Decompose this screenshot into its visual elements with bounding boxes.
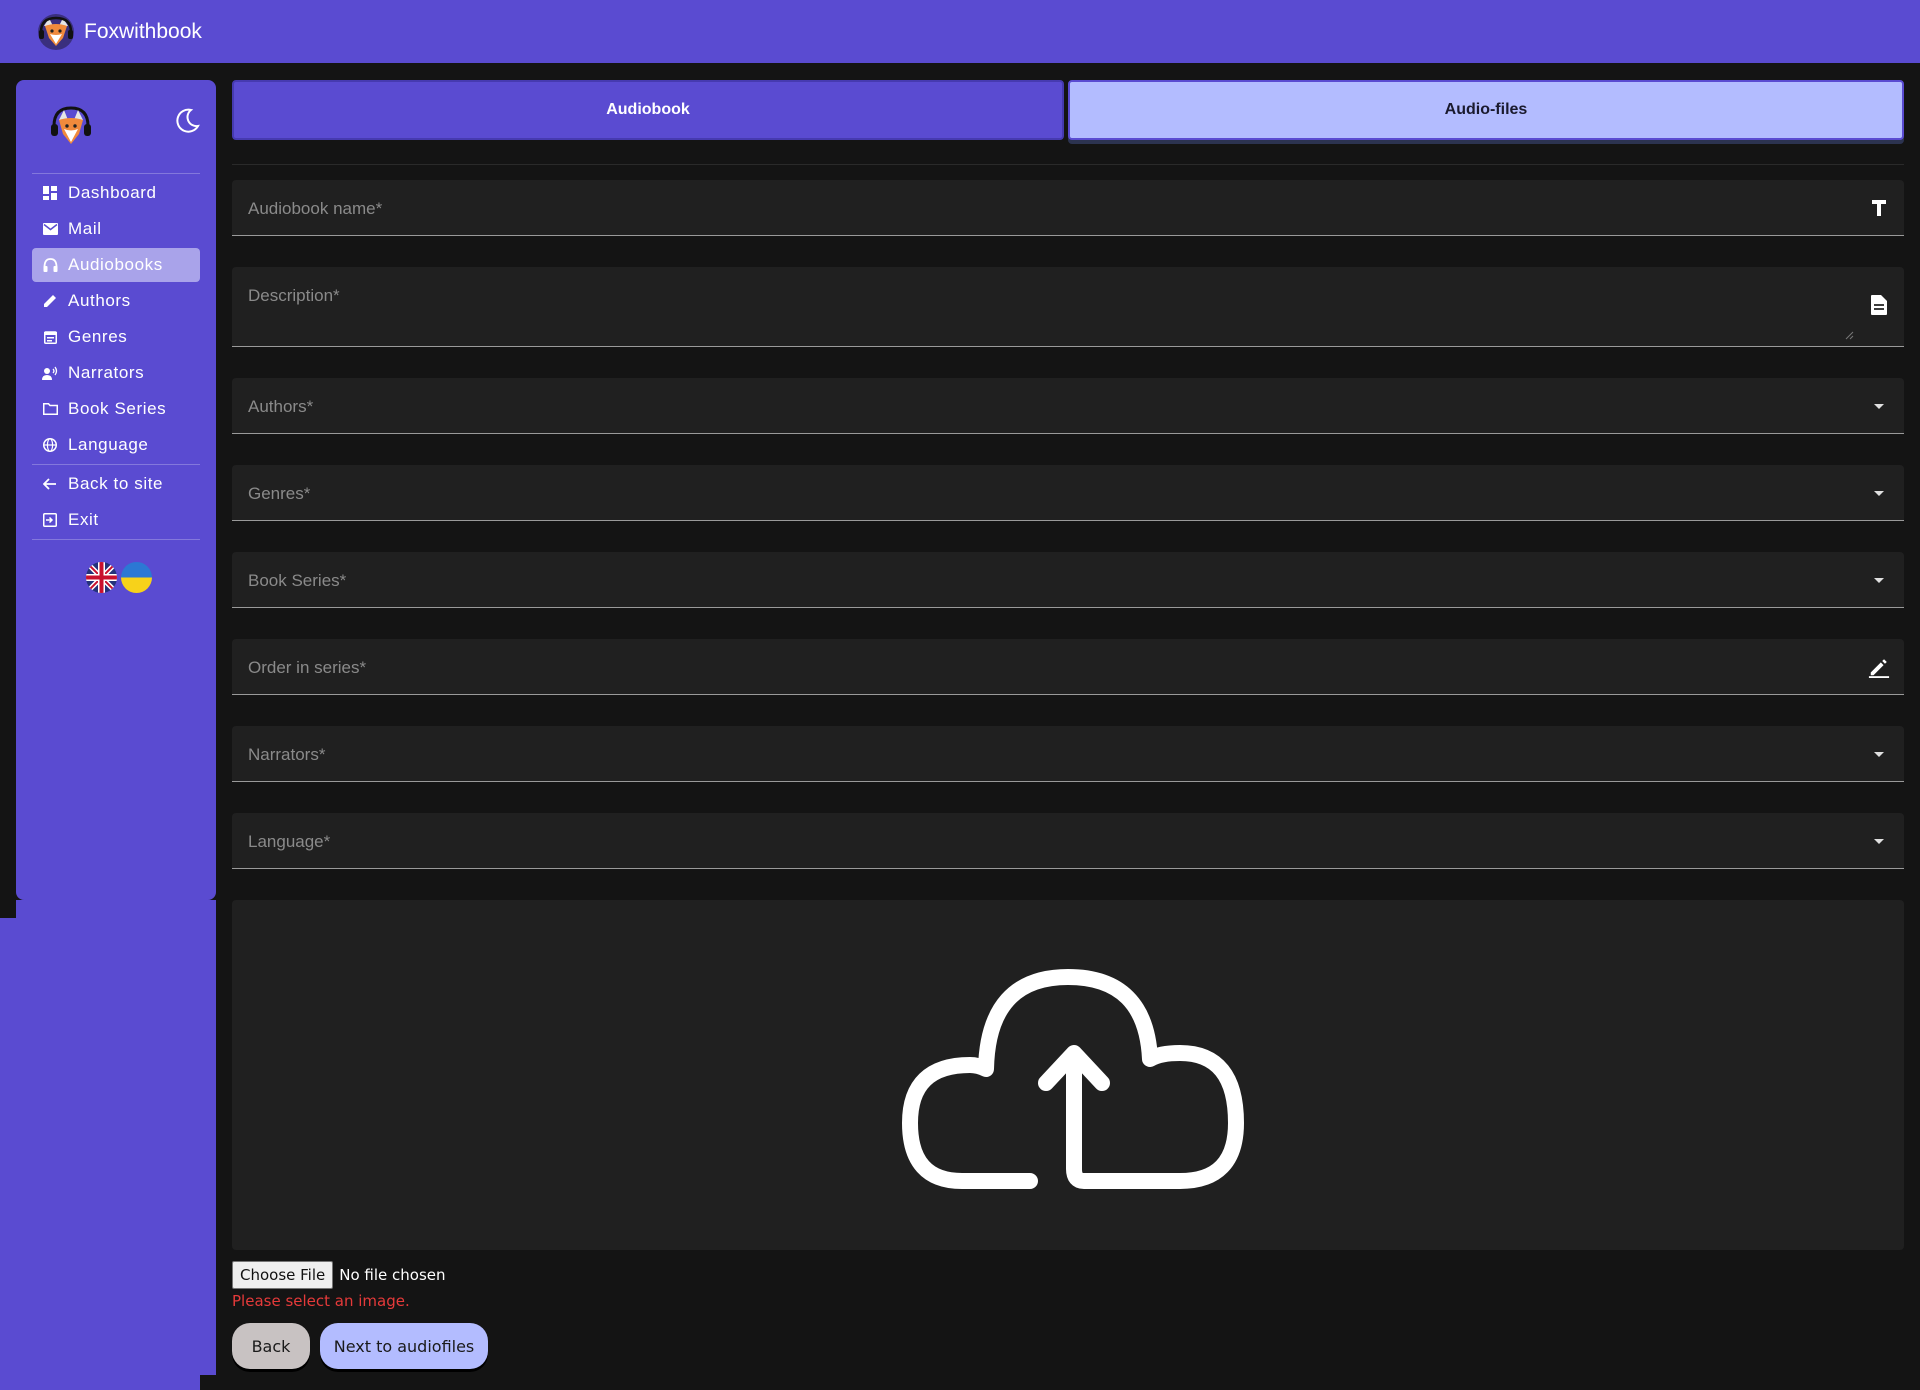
sidebar: Dashboard Mail Audiobooks Authors Genres <box>16 80 216 900</box>
exit-icon <box>42 512 58 528</box>
language-placeholder: Language* <box>248 832 331 851</box>
cloud-upload-icon <box>902 969 1244 1189</box>
dark-mode-toggle-icon[interactable] <box>172 106 202 136</box>
sidebar-item-authors[interactable]: Authors <box>32 284 200 318</box>
resize-handle-icon[interactable] <box>1844 330 1854 340</box>
sidebar-item-label: Book Series <box>68 399 167 418</box>
sidebar-item-book-series[interactable]: Book Series <box>32 392 200 426</box>
mail-icon <box>42 221 58 237</box>
description-field[interactable]: Description* <box>232 267 1904 347</box>
pencil-icon <box>42 293 58 309</box>
tab-audiobook[interactable]: Audiobook <box>232 80 1064 140</box>
calendar-icon <box>42 329 58 345</box>
next-to-audiofiles-button[interactable]: Next to audiofiles <box>320 1323 488 1369</box>
dashboard-icon <box>42 185 58 201</box>
narrators-placeholder: Narrators* <box>248 745 326 764</box>
sidebar-item-mail[interactable]: Mail <box>32 212 200 246</box>
ukraine-flag-icon[interactable] <box>121 562 152 593</box>
authors-select[interactable]: Authors* <box>232 378 1904 434</box>
fox-logo-icon[interactable] <box>36 12 76 52</box>
language-flags <box>86 562 156 596</box>
sidebar-item-label: Dashboard <box>68 183 157 202</box>
sidebar-divider <box>32 464 200 465</box>
chevron-down-icon <box>1868 830 1890 852</box>
chevron-down-icon <box>1868 743 1890 765</box>
file-status: No file chosen <box>339 1266 446 1284</box>
sidebar-nav: Dashboard Mail Audiobooks Authors Genres <box>32 176 200 540</box>
document-icon <box>1868 294 1890 316</box>
folder-icon <box>42 401 58 417</box>
sidebar-item-label: Exit <box>68 510 99 529</box>
globe-icon <box>42 437 58 453</box>
choose-file-button[interactable]: Choose File <box>232 1261 334 1289</box>
text-format-icon <box>1868 197 1890 219</box>
chevron-down-icon <box>1868 482 1890 504</box>
tabs-divider <box>232 164 1904 165</box>
app-brand[interactable]: Foxwithbook <box>84 20 202 44</box>
uk-flag-icon[interactable] <box>86 562 117 593</box>
audiobook-name-field[interactable]: Audiobook name* <box>232 180 1904 236</box>
image-upload-dropzone[interactable] <box>232 900 1904 1250</box>
sidebar-divider <box>32 173 200 174</box>
language-select[interactable]: Language* <box>232 813 1904 869</box>
sidebar-item-narrators[interactable]: Narrators <box>32 356 200 390</box>
arrow-left-icon <box>42 476 58 492</box>
genres-placeholder: Genres* <box>248 484 311 503</box>
top-bar: Foxwithbook <box>0 0 1920 63</box>
chevron-down-icon <box>1868 569 1890 591</box>
chevron-down-icon <box>1868 395 1890 417</box>
sidebar-item-exit[interactable]: Exit <box>32 503 200 537</box>
fox-logo-icon[interactable] <box>50 102 92 150</box>
book-series-select[interactable]: Book Series* <box>232 552 1904 608</box>
sidebar-item-label: Back to site <box>68 474 164 493</box>
order-in-series-placeholder: Order in series* <box>248 658 367 677</box>
edit-icon <box>1868 656 1890 678</box>
form-tabs: Audiobook Audio-files <box>232 80 1904 142</box>
sidebar-item-label: Narrators <box>68 363 145 382</box>
sidebar-item-dashboard[interactable]: Dashboard <box>32 176 200 210</box>
sidebar-item-audiobooks[interactable]: Audiobooks <box>32 248 200 282</box>
sidebar-item-back-to-site[interactable]: Back to site <box>32 467 200 501</box>
sidebar-divider <box>32 539 200 540</box>
audiobook-name-placeholder: Audiobook name* <box>248 199 383 218</box>
authors-placeholder: Authors* <box>248 397 314 416</box>
sidebar-item-language[interactable]: Language <box>32 428 200 462</box>
image-error-message: Please select an image. <box>232 1292 410 1310</box>
order-in-series-field[interactable]: Order in series* <box>232 639 1904 695</box>
sidebar-item-label: Genres <box>68 327 128 346</box>
sidebar-item-label: Audiobooks <box>68 255 163 274</box>
sidebar-lower-background <box>16 900 216 1375</box>
sidebar-item-label: Authors <box>68 291 131 310</box>
book-series-placeholder: Book Series* <box>248 571 347 590</box>
headphones-icon <box>42 257 58 273</box>
genres-select[interactable]: Genres* <box>232 465 1904 521</box>
sidebar-item-label: Mail <box>68 219 102 238</box>
narrators-select[interactable]: Narrators* <box>232 726 1904 782</box>
sidebar-header <box>32 100 200 150</box>
sidebar-item-genres[interactable]: Genres <box>32 320 200 354</box>
back-button[interactable]: Back <box>232 1323 310 1369</box>
sidebar-item-label: Language <box>68 435 149 454</box>
voice-icon <box>42 365 58 381</box>
tab-audio-files[interactable]: Audio-files <box>1068 80 1904 140</box>
file-input: Choose File No file chosen <box>232 1261 446 1289</box>
description-placeholder: Description* <box>248 286 340 305</box>
